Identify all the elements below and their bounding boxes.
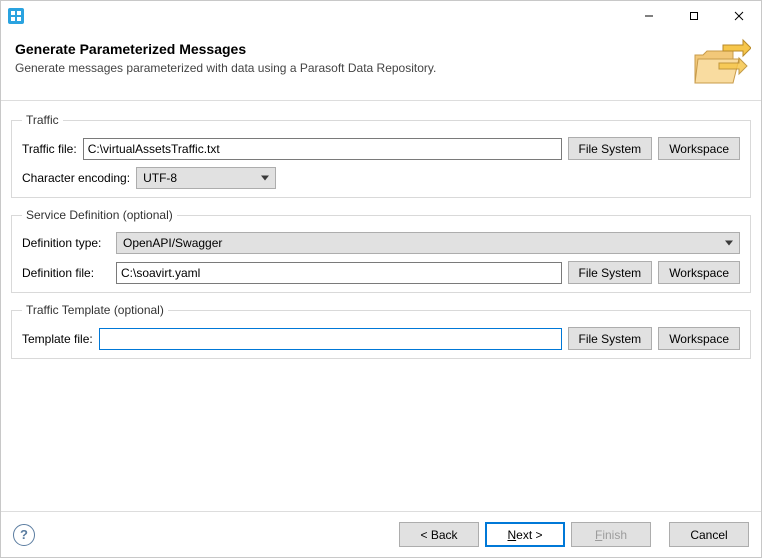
close-button[interactable]	[716, 1, 761, 31]
titlebar	[1, 1, 761, 31]
encoding-label: Character encoding:	[22, 171, 130, 185]
wizard-content: Traffic Traffic file: File System Worksp…	[1, 101, 761, 511]
folder-export-icon	[689, 35, 751, 93]
definition-file-input[interactable]	[116, 262, 562, 284]
definition-file-system-button[interactable]: File System	[568, 261, 653, 284]
template-file-label: Template file:	[22, 332, 93, 346]
next-button[interactable]: Next >	[485, 522, 565, 547]
traffic-template-group: Traffic Template (optional) Template fil…	[11, 303, 751, 359]
page-subtitle: Generate messages parameterized with dat…	[15, 61, 747, 75]
traffic-legend: Traffic	[22, 113, 63, 127]
traffic-file-input[interactable]	[83, 138, 562, 160]
traffic-file-label: Traffic file:	[22, 142, 77, 156]
definition-file-label: Definition file:	[22, 266, 110, 280]
finish-button: Finish	[571, 522, 651, 547]
traffic-template-legend: Traffic Template (optional)	[22, 303, 168, 317]
cancel-button[interactable]: Cancel	[669, 522, 749, 547]
minimize-button[interactable]	[626, 1, 671, 31]
encoding-select[interactable]: UTF-8	[136, 167, 276, 189]
page-title: Generate Parameterized Messages	[15, 41, 747, 57]
definition-type-label: Definition type:	[22, 236, 110, 250]
template-file-input[interactable]	[99, 328, 562, 350]
traffic-workspace-button[interactable]: Workspace	[658, 137, 740, 160]
service-definition-legend: Service Definition (optional)	[22, 208, 177, 222]
template-file-system-button[interactable]: File System	[568, 327, 653, 350]
traffic-group: Traffic Traffic file: File System Worksp…	[11, 113, 751, 198]
back-button[interactable]: < Back	[399, 522, 479, 547]
definition-type-select[interactable]: OpenAPI/Swagger	[116, 232, 740, 254]
template-workspace-button[interactable]: Workspace	[658, 327, 740, 350]
definition-workspace-button[interactable]: Workspace	[658, 261, 740, 284]
wizard-header: Generate Parameterized Messages Generate…	[1, 31, 761, 101]
wizard-footer: ? < Back Next > Finish Cancel	[1, 511, 761, 557]
maximize-button[interactable]	[671, 1, 716, 31]
app-icon	[7, 7, 25, 25]
traffic-file-system-button[interactable]: File System	[568, 137, 653, 160]
service-definition-group: Service Definition (optional) Definition…	[11, 208, 751, 293]
wizard-window: Generate Parameterized Messages Generate…	[0, 0, 762, 558]
help-icon[interactable]: ?	[13, 524, 35, 546]
